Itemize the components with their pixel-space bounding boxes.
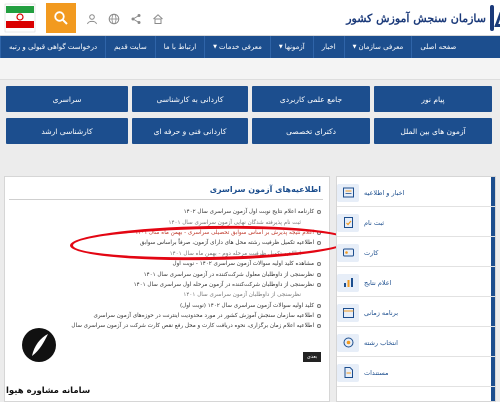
card-icon	[337, 243, 359, 262]
sidebar-item-label: ثبت نام	[364, 218, 385, 227]
divider	[9, 199, 323, 200]
sidebar-item-label: انتخاب رشته	[364, 338, 398, 347]
bullet-icon	[317, 282, 321, 287]
next-button[interactable]: بعدی	[303, 352, 321, 362]
site-logo[interactable]: سازمان سنجش آموزش کشور	[346, 4, 494, 32]
nav-item-old-site[interactable]: سایت قدیم	[105, 36, 155, 58]
nav-item-exams[interactable]: آزمونها ▼	[269, 36, 313, 58]
choice-icon	[337, 333, 359, 352]
sidebar-item-label: مستندات	[364, 368, 389, 377]
nav-item-home[interactable]: صفحه اصلی	[411, 36, 464, 58]
list-item-text: اطلاعیه اعلام زمان برگزاری، نحوه دریافت …	[71, 323, 314, 330]
sidebar-item-label: اخبار و اطلاعیه	[364, 188, 405, 197]
nav-item-contact[interactable]: ارتباط با ما	[154, 36, 204, 58]
announcements-list: کارنامه اعلام نتایج نوبت اول آزمون سراسر…	[21, 207, 321, 332]
header-icons	[86, 10, 164, 25]
watermark-logo: سامانه مشاوره هیوا	[6, 328, 90, 402]
list-item[interactable]: کارنامه اعلام نتایج نوبت اول آزمون سراسر…	[21, 207, 321, 217]
list-item-text: ثبت نام پذیرفته شدگان نهایی آزمون سراسری…	[168, 219, 301, 226]
sub-header-strip	[0, 58, 500, 80]
list-item-text: مشاهده کلید اولیه سوالات آزمون سراسری ۱۴…	[172, 261, 314, 268]
nav-label: درخواست گواهی قبولی و رتبه	[9, 43, 98, 51]
list-item-text: نظرسنجی از داوطلبان آزمون سراسری سال ۱۴۰…	[183, 292, 301, 299]
list-item[interactable]: کلید اولیه سوالات آزمون سراسری سال ۱۴۰۲ …	[21, 301, 321, 311]
national-emblem-icon	[4, 3, 36, 33]
tile-technical-vocational[interactable]: کاردانی فنی و حرفه ای	[132, 118, 248, 144]
tile-international[interactable]: آزمون های بین الملل	[374, 118, 492, 144]
tile-masters[interactable]: کارشناسی ارشد	[6, 118, 128, 144]
sidebar-item-label: برنامه زمانی	[364, 308, 399, 317]
top-header: سازمان سنجش آموزش کشور	[0, 0, 500, 36]
calendar-icon	[337, 303, 359, 322]
search-icon	[54, 11, 68, 25]
bullet-icon	[317, 314, 321, 319]
tile-phd[interactable]: دکترای تخصصی	[252, 118, 370, 144]
globe-icon[interactable]	[108, 10, 120, 25]
chevron-down-icon: ▼	[213, 44, 218, 50]
nav-item-services[interactable]: معرفی خدمات ▼	[204, 36, 270, 58]
sidebar-item-documents[interactable]: مستندات	[337, 359, 495, 387]
list-item[interactable]: نظرسنجی از داوطلبان شرکت‌کننده در آزمون …	[21, 280, 321, 290]
sidebar-item-register[interactable]: ثبت نام	[337, 209, 495, 237]
tile-sarasari[interactable]: سراسری	[6, 86, 128, 112]
list-item[interactable]: نظرسنجی از داوطلبان معلول شرکت‌کننده در …	[21, 269, 321, 279]
share-icon[interactable]	[130, 10, 142, 24]
bullet-icon	[317, 262, 321, 267]
sidebar-item-label: کارت	[364, 248, 379, 257]
list-item-text: کارنامه اعلام نتایج نوبت اول آزمون سراسر…	[183, 209, 314, 216]
tile-applied-science[interactable]: جامع علمی کاربردی	[252, 86, 370, 112]
list-item[interactable]: اطلاعیه سازمان سنجش آموزش کشور در مورد م…	[21, 311, 321, 321]
tile-payam-noor[interactable]: پیام نور	[374, 86, 492, 112]
list-item[interactable]: مشاهده کلید اولیه سوالات آزمون سراسری ۱۴…	[21, 259, 321, 269]
sidebar-item-card[interactable]: کارت	[337, 239, 495, 267]
nav-label: معرفی سازمان	[358, 43, 404, 51]
watermark-text: سامانه مشاوره هیوا	[6, 386, 91, 396]
register-icon	[337, 213, 359, 232]
bullet-icon	[317, 324, 321, 329]
nav-item-news[interactable]: اخبار	[312, 36, 344, 58]
panel-title: اطلاعیه‌های آزمون سراسری	[209, 185, 321, 194]
sidebar-item-major-choice[interactable]: انتخاب رشته	[337, 329, 495, 357]
nav-label: سایت قدیم	[114, 43, 147, 51]
results-icon	[337, 273, 359, 292]
nav-item-about[interactable]: معرفی سازمان ▼	[343, 36, 412, 58]
list-item-text: اطلاعیه سازمان سنجش آموزش کشور در مورد م…	[93, 313, 314, 320]
nav-label: آزمونها	[284, 43, 305, 51]
sidebar-item-label: اعلام نتایج	[364, 278, 392, 287]
nav-label: اخبار	[321, 43, 336, 51]
nav-label: صفحه اصلی	[420, 43, 457, 51]
user-icon[interactable]	[86, 10, 98, 25]
logo-mark-icon	[490, 5, 494, 31]
bullet-icon	[317, 210, 321, 215]
list-item-text: نظرسنجی از داوطلبان معلول شرکت‌کننده در …	[143, 271, 314, 278]
news-icon	[337, 183, 359, 202]
nav-label: معرفی خدمات	[219, 43, 262, 51]
bullet-icon	[317, 272, 321, 277]
exam-sidebar: اخبار و اطلاعیه ثبت نام کارت اعلام نتایج…	[336, 176, 496, 402]
search-button[interactable]	[46, 3, 76, 33]
nav-item-certificate[interactable]: درخواست گواهی قبولی و رتبه	[0, 36, 105, 58]
sidebar-item-news[interactable]: اخبار و اطلاعیه	[337, 179, 495, 207]
chevron-down-icon: ▼	[352, 44, 357, 50]
exam-tiles: پیام نور جامع علمی کاربردی کاردانی به کا…	[4, 84, 496, 146]
feather-logo-icon	[22, 328, 56, 362]
list-item-text: نظرسنجی از داوطلبان شرکت‌کننده در آزمون …	[133, 281, 314, 288]
sidebar-item-schedule[interactable]: برنامه زمانی	[337, 299, 495, 327]
main-nav: صفحه اصلی معرفی سازمان ▼ اخبار آزمونها ▼ م…	[0, 36, 500, 58]
site-name: سازمان سنجش آموزش کشور	[346, 11, 486, 25]
chevron-down-icon: ▼	[278, 44, 283, 50]
list-item[interactable]: نظرسنجی از داوطلبان آزمون سراسری سال ۱۴۰…	[21, 290, 321, 300]
list-item-text: کلید اولیه سوالات آزمون سراسری سال ۱۴۰۲ …	[179, 302, 314, 309]
nav-label: ارتباط با ما	[163, 43, 197, 51]
docs-icon	[337, 363, 359, 382]
tile-associate-to-bachelor[interactable]: کاردانی به کارشناسی	[132, 86, 248, 112]
bullet-icon	[317, 303, 321, 308]
home-icon[interactable]	[152, 10, 164, 24]
sidebar-item-results[interactable]: اعلام نتایج	[337, 269, 495, 297]
